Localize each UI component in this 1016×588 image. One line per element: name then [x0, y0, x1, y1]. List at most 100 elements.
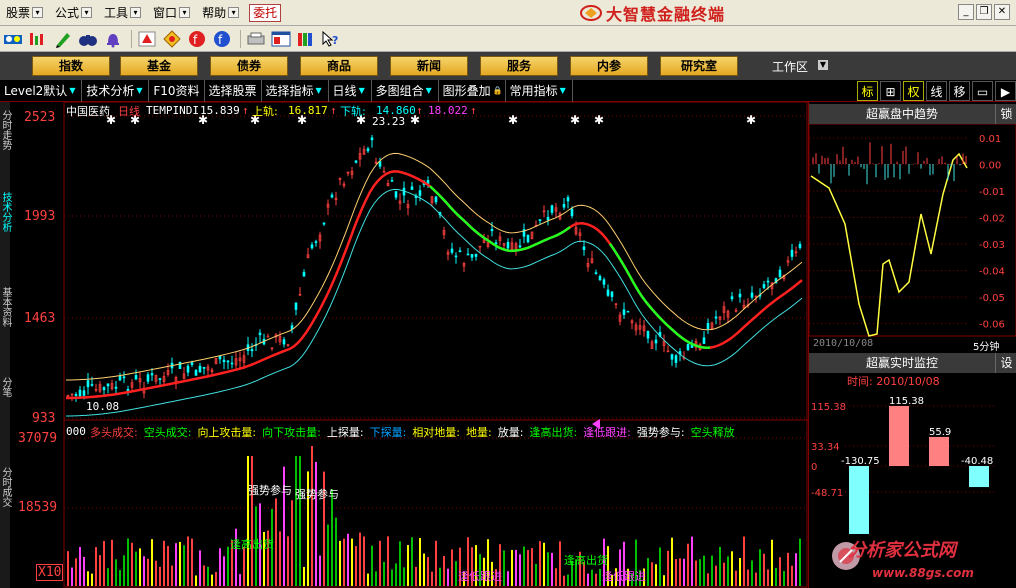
tab-line[interactable]: 线: [926, 81, 947, 101]
volume-bar: [659, 547, 661, 586]
nav-commodity[interactable]: 商品: [300, 56, 378, 76]
sidetab-basic[interactable]: 基本资料: [0, 287, 11, 327]
blue-f-icon[interactable]: f: [211, 29, 233, 49]
volume-bar: [355, 546, 357, 586]
window-icon[interactable]: [270, 29, 292, 49]
tab-daily[interactable]: 日线 ▼: [329, 79, 372, 102]
vol-legend-item: 下探量:: [369, 426, 407, 439]
dropdown-arrow-icon[interactable]: ▼: [560, 83, 568, 99]
panel-toggle-icon[interactable]: ▭: [972, 81, 993, 101]
workarea-label[interactable]: 工作区: [772, 58, 808, 75]
upper-band-label: 上轨:: [252, 105, 278, 118]
binoculars-icon[interactable]: [77, 29, 99, 49]
chevron-down-icon[interactable]: ▼: [818, 60, 828, 70]
tab-grid[interactable]: ⊞: [880, 81, 901, 101]
tab-move[interactable]: 移: [949, 81, 970, 101]
sidetab-ticks[interactable]: 分笔: [0, 377, 11, 397]
volume-bar: [163, 540, 165, 586]
panel-expand-icon[interactable]: ▶: [995, 81, 1016, 101]
volume-bar: [447, 568, 449, 586]
restore-icon[interactable]: ❐: [976, 4, 992, 20]
volume-bar: [159, 566, 161, 586]
volume-bar: [179, 541, 181, 586]
menu-help[interactable]: 帮助 ▾: [196, 2, 245, 24]
volume-bar: [455, 561, 457, 586]
candle-body: [302, 272, 306, 277]
candle-body: [102, 387, 106, 391]
volume-bar: [275, 498, 277, 586]
lock-button[interactable]: 锁: [995, 104, 1016, 124]
candle-body: [294, 302, 298, 310]
monitor-time: 时间: 2010/10/08: [847, 375, 940, 388]
volume-bar: [295, 456, 297, 586]
volume-bar: [379, 540, 381, 586]
nav-service[interactable]: 服务: [480, 56, 558, 76]
volume-bar: [291, 500, 293, 586]
tab-f10[interactable]: F10资料: [149, 79, 205, 102]
tab-tech-analysis[interactable]: 技术分析 ▼: [82, 79, 150, 102]
nav-insider[interactable]: 内参: [570, 56, 648, 76]
volume-bar: [735, 570, 737, 586]
lock-icon[interactable]: 🔒: [493, 83, 503, 99]
weituo-button[interactable]: 委托: [249, 3, 282, 22]
candle-body: [538, 219, 542, 221]
volume-legend: 多头成交: 空头成交: 向上攻击量: 向下攻击量: 上探量: 下探量: 相对地量: 地量: 放量…: [90, 424, 735, 440]
monitor-bar-label: -130.75: [841, 456, 880, 467]
tab-rights[interactable]: 权: [903, 81, 924, 101]
nav-index[interactable]: 指数: [32, 56, 110, 76]
tab-multi-chart[interactable]: 多图组合 ▼: [372, 79, 439, 102]
tab-mark[interactable]: 标: [857, 81, 878, 101]
volume-bar: [503, 550, 505, 586]
candle-body: [686, 344, 690, 350]
sidetab-intraday[interactable]: 分时走势: [0, 110, 11, 150]
alert-icon[interactable]: [136, 29, 158, 49]
volume-bar: [543, 542, 545, 586]
nav-fund[interactable]: 基金: [120, 56, 198, 76]
window-buttons: _ ❐ ✕: [958, 4, 1010, 20]
minimize-icon[interactable]: _: [958, 4, 974, 20]
bell-icon[interactable]: [102, 29, 124, 49]
tab-select-indicator[interactable]: 选择指标 ▼: [262, 79, 329, 102]
menu-stock[interactable]: 股票 ▾: [0, 2, 49, 24]
volume-bar: [87, 571, 89, 586]
tab-select-stock[interactable]: 选择股票: [205, 79, 262, 102]
sidetab-trades[interactable]: 分时成交: [0, 467, 11, 507]
menu-formula[interactable]: 公式 ▾: [49, 2, 98, 24]
dropdown-arrow-icon[interactable]: ▼: [316, 83, 324, 99]
volume-bar: [723, 562, 725, 586]
print-icon[interactable]: [245, 29, 267, 49]
settings-button[interactable]: 设: [995, 353, 1016, 373]
volume-bar: [139, 548, 141, 586]
pencil-icon[interactable]: [52, 29, 74, 49]
dropdown-arrow-icon[interactable]: ▼: [69, 83, 77, 99]
candle-body: [790, 249, 794, 257]
diamond-icon[interactable]: [161, 29, 183, 49]
help-cursor-icon[interactable]: ?: [320, 29, 342, 49]
bars-icon[interactable]: [27, 29, 49, 49]
menu-window[interactable]: 窗口 ▾: [147, 2, 196, 24]
monitor-axis-label: 115.38: [811, 402, 846, 413]
candle-body: [74, 394, 78, 396]
kline-chart[interactable]: ✱ ✱ ✱ ✱ ✱ ✱ ✱ ✱ ✱ ✱ ✱ 中国医药 日线 TEMPINDI 15.839 ↑ 上轨…: [10, 102, 808, 588]
tab-level2[interactable]: Level2默认 ▼: [0, 79, 83, 102]
candle-body: [562, 204, 566, 208]
red-f-icon[interactable]: f: [186, 29, 208, 49]
volume-bar: [759, 549, 761, 586]
volume-bar: [435, 540, 437, 586]
dropdown-arrow-icon[interactable]: ▼: [426, 83, 434, 99]
volume-bar: [115, 559, 117, 586]
tab-common-indicator[interactable]: 常用指标 ▼: [506, 79, 573, 102]
close-icon[interactable]: ✕: [994, 4, 1010, 20]
dropdown-arrow-icon[interactable]: ▼: [136, 83, 144, 99]
nav-research[interactable]: 研究室: [660, 56, 738, 76]
menu-tools[interactable]: 工具 ▾: [98, 2, 147, 24]
tab-overlay[interactable]: 图形叠加 🔒: [439, 79, 506, 102]
volume-bar: [91, 573, 93, 586]
nav-bond[interactable]: 债券: [210, 56, 288, 76]
books-icon[interactable]: [295, 29, 317, 49]
dropdown-arrow-icon[interactable]: ▼: [359, 83, 367, 99]
market-icon[interactable]: [2, 29, 24, 49]
nav-news[interactable]: 新闻: [390, 56, 468, 76]
sidetab-tech[interactable]: 技术分析: [0, 192, 11, 232]
volume-bar: [699, 559, 701, 586]
